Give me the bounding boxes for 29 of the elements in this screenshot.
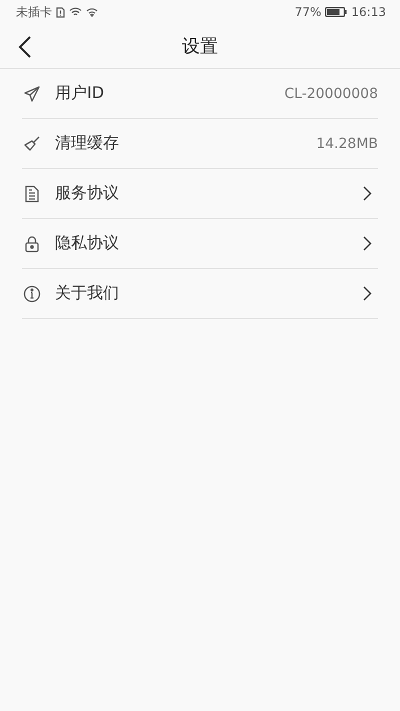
battery-percent: 77% — [294, 5, 322, 19]
chevron-right-icon — [363, 286, 372, 301]
info-icon — [23, 284, 41, 302]
item-label: 隐私协议 — [55, 233, 120, 254]
carrier-text: 未插卡 — [16, 4, 52, 20]
paper-plane-icon — [23, 84, 41, 102]
item-label: 服务协议 — [55, 183, 120, 204]
battery-icon — [325, 7, 348, 17]
item-label: 关于我们 — [55, 283, 120, 304]
brush-icon — [23, 134, 41, 152]
settings-item[interactable]: 关于我们 — [22, 269, 378, 319]
page-title: 设置 — [182, 35, 218, 58]
lock-icon — [23, 234, 41, 252]
wifi-icon — [69, 7, 82, 17]
settings-item[interactable]: 清理缓存 14.28MB — [22, 119, 378, 169]
document-icon — [23, 184, 41, 202]
chevron-right-icon — [363, 186, 372, 201]
item-label: 用户ID — [55, 83, 106, 104]
item-value: CL-20000008 — [284, 86, 378, 102]
wifi-icon — [86, 8, 98, 16]
back-icon — [18, 36, 32, 58]
item-label: 清理缓存 — [55, 133, 120, 154]
settings-item[interactable]: 用户ID CL-20000008 — [22, 69, 378, 119]
settings-item[interactable]: 隐私协议 — [22, 219, 378, 269]
chevron-right-icon — [363, 236, 372, 251]
sim-icon — [56, 6, 65, 18]
clock-time: 16:13 — [351, 5, 386, 19]
settings-item[interactable]: 服务协议 — [22, 169, 378, 219]
item-value: 14.28MB — [316, 136, 378, 152]
